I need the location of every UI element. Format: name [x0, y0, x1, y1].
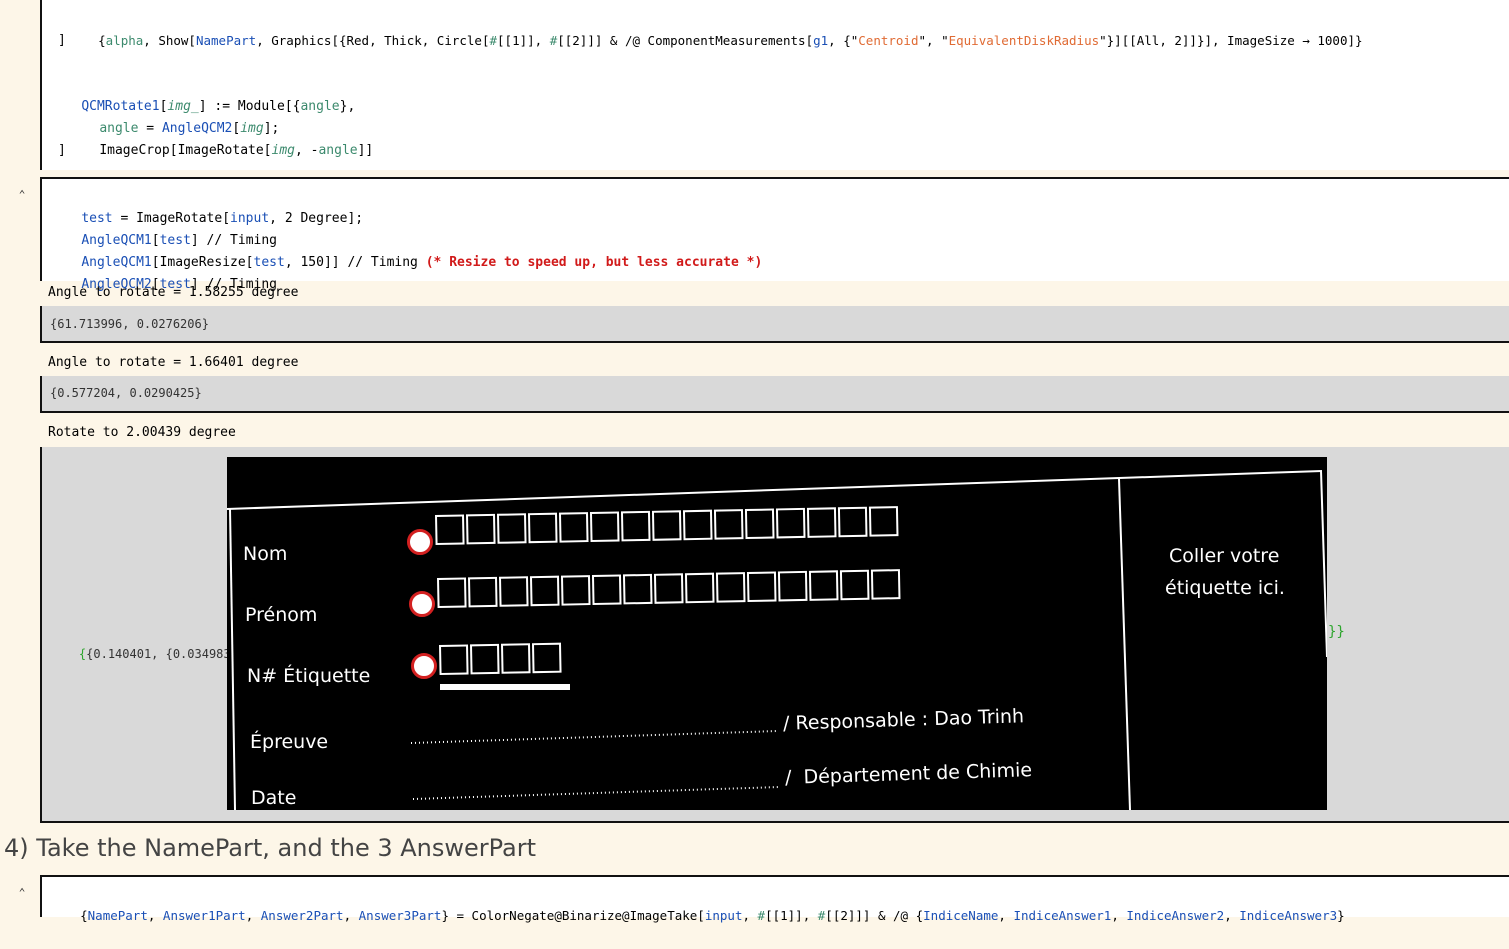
output-suffix: }} — [1328, 624, 1345, 640]
code-cell-timing[interactable]: test = ImageRotate[input, 2 Degree]; Ang… — [40, 177, 1509, 292]
output-value: {0.577204, 0.0290425} — [50, 386, 202, 400]
print-message: Angle to rotate = 1.66401 degree — [48, 355, 299, 370]
code-line: ImageCrop[ImageRotate[img, -angle]] — [99, 143, 374, 158]
code-line: {alpha, Show[NamePart, Graphics[{Red, Th… — [98, 33, 1363, 48]
output-cell[interactable]: {0.577204, 0.0290425} — [40, 376, 1509, 413]
print-message: Angle to rotate = 1.58255 degree — [48, 285, 299, 300]
dotted-lines — [410, 730, 780, 800]
output-cell[interactable]: {61.713996, 0.0276206} — [40, 306, 1509, 343]
output-value: {{0.140401, {0.0349833, — [78, 647, 246, 661]
print-message: Rotate to 2.00439 degree — [48, 425, 236, 440]
section-heading: 4) Take the NamePart, and the 3 AnswerPa… — [4, 834, 537, 862]
rotated-form-image: Nom Prénom N# Étiquette Épreuve Date / R… — [227, 457, 1327, 810]
code-cell-take-parts[interactable]: {NamePart, Answer1Part, Answer2Part, Ans… — [40, 875, 1509, 923]
collapse-caret-icon[interactable]: ⌃ — [16, 188, 28, 201]
code-cell-definitions[interactable]: {alpha, Show[NamePart, Graphics[{Red, Th… — [40, 0, 1509, 170]
output-prefix: {0.140401, {0.0349833, — [86, 647, 246, 661]
code-line: {NamePart, Answer1Part, Answer2Part, Ans… — [80, 908, 1345, 923]
code-comment: (* Resize to speed up, but less accurate… — [425, 255, 763, 270]
cell-bracket[interactable] — [40, 0, 42, 170]
code-close-bracket: ] — [58, 33, 66, 48]
label-area-line2: étiquette ici. — [1165, 577, 1285, 599]
output-value: {61.713996, 0.0276206} — [50, 317, 209, 331]
collapse-caret-icon[interactable]: ⌃ — [16, 886, 28, 899]
code-close-bracket: ] — [58, 143, 66, 158]
label-area-line1: Coller votre — [1169, 545, 1280, 567]
